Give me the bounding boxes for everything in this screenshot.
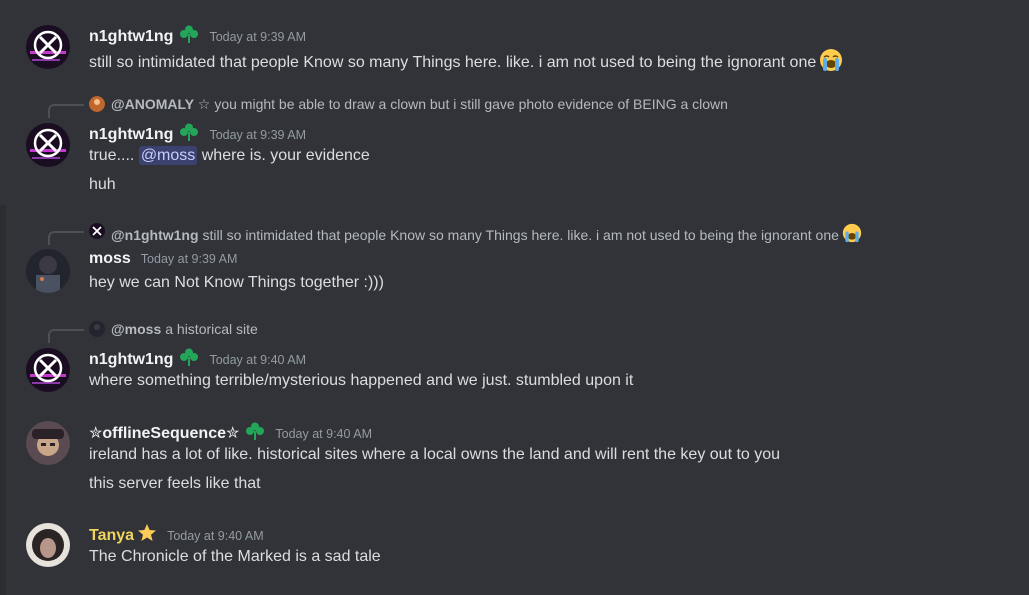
reply-spine: [48, 104, 84, 118]
reply-spine: [48, 231, 84, 245]
avatar[interactable]: [26, 123, 70, 167]
loudly-crying-face-icon: [819, 48, 843, 77]
timestamp[interactable]: Today at 9:39 AM: [209, 128, 306, 142]
reply-text: you might be able to draw a clown but i …: [214, 96, 728, 112]
message-group: ✮offlineSequence✮ Today at 9:40 AM irelan…: [0, 405, 1029, 505]
loudly-crying-face-icon: [842, 223, 862, 246]
avatar[interactable]: [26, 348, 70, 392]
clover-badge-icon: [179, 122, 199, 147]
timestamp[interactable]: Today at 9:40 AM: [275, 427, 372, 441]
reply-avatar: [89, 96, 105, 112]
reply-author[interactable]: @n1ghtw1ng: [111, 227, 199, 243]
message-text: where something terrible/mysterious happ…: [89, 372, 634, 389]
username-text[interactable]: n1ghtw1ng: [89, 126, 173, 143]
message-text: ireland has a lot of like. historical si…: [89, 446, 781, 463]
reply-spine: [48, 329, 84, 343]
message-text: The Chronicle of the Marked is a sad tal…: [89, 548, 381, 565]
reply-text: still so intimidated that people Know so…: [202, 227, 839, 243]
username-text[interactable]: n1ghtw1ng: [89, 351, 173, 368]
message-group: n1ghtw1ng Today at 9:39 AM still so intim…: [0, 0, 1029, 90]
timestamp[interactable]: Today at 9:40 AM: [167, 529, 264, 543]
star-icon: [137, 523, 157, 548]
timestamp[interactable]: Today at 9:40 AM: [209, 353, 306, 367]
username-text[interactable]: n1ghtw1ng: [89, 28, 173, 45]
username[interactable]: n1ghtw1ng Today at 9:39 AM: [89, 122, 306, 147]
clover-badge-icon: [179, 24, 199, 49]
reply-avatar: [89, 321, 105, 337]
timestamp[interactable]: Today at 9:39 AM: [209, 30, 306, 44]
message-text: still so intimidated that people Know so…: [89, 48, 843, 77]
avatar[interactable]: [26, 249, 70, 293]
message-group: Tanya Today at 9:40 AM The Chronicle of t…: [0, 505, 1029, 595]
reply-preview[interactable]: @n1ghtw1ng still so intimidated that peop…: [0, 222, 1029, 245]
clover-badge-icon: [245, 421, 265, 446]
reply-author[interactable]: @moss: [111, 321, 161, 337]
clover-badge-icon: [179, 347, 199, 372]
reply-author[interactable]: @ANOMALY ☆: [111, 96, 210, 112]
message-text: hey we can Not Know Things together :))): [89, 274, 384, 291]
reply-text: a historical site: [165, 321, 258, 337]
username[interactable]: Tanya Today at 9:40 AM: [89, 523, 264, 548]
timestamp[interactable]: Today at 9:39 AM: [141, 252, 238, 266]
username-text[interactable]: moss: [89, 250, 131, 267]
message-group: @moss a historical site n1ghtw1ng Today at…: [0, 310, 1029, 405]
avatar[interactable]: [26, 421, 70, 465]
username[interactable]: n1ghtw1ng Today at 9:40 AM: [89, 347, 306, 372]
message-text: huh: [89, 176, 116, 193]
user-mention[interactable]: @moss: [138, 146, 198, 165]
message-text: true.... @moss where is. your evidence: [89, 146, 370, 165]
reply-avatar: [89, 223, 105, 239]
message-group: @n1ghtw1ng still so intimidated that peop…: [0, 215, 1029, 310]
reply-preview[interactable]: @moss a historical site: [0, 320, 1029, 343]
username-text[interactable]: ✮offlineSequence✮: [89, 425, 239, 442]
message-group: @ANOMALY ☆ you might be able to draw a cl…: [0, 90, 1029, 205]
avatar[interactable]: [26, 523, 70, 567]
message-text: this server feels like that: [89, 475, 261, 492]
username[interactable]: ✮offlineSequence✮ Today at 9:40 AM: [89, 421, 372, 446]
username[interactable]: moss Today at 9:39 AM: [89, 250, 237, 268]
username-text[interactable]: Tanya: [89, 527, 134, 544]
avatar[interactable]: [26, 25, 70, 69]
reply-preview[interactable]: @ANOMALY ☆ you might be able to draw a cl…: [0, 95, 1029, 118]
username[interactable]: n1ghtw1ng Today at 9:39 AM: [89, 24, 306, 49]
